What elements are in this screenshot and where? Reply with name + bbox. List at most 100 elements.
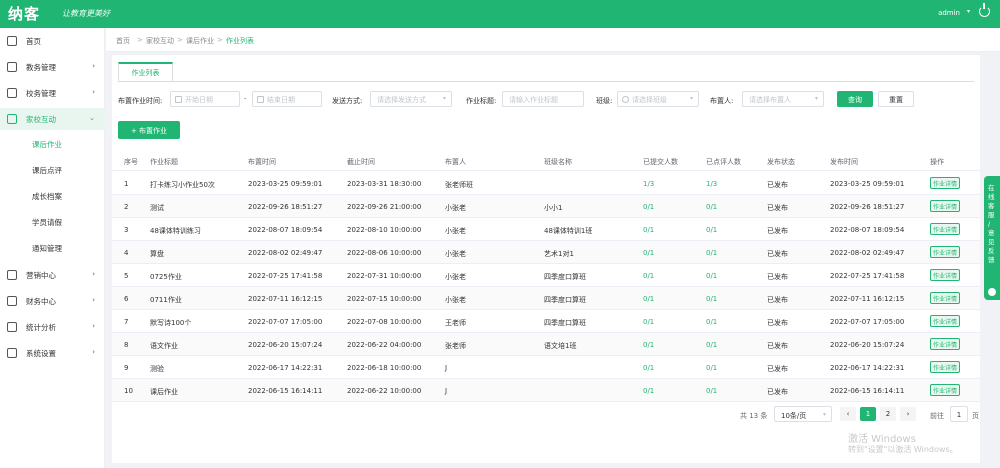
table-cell[interactable]: 0/1: [706, 226, 717, 234]
homework-detail-button[interactable]: 作业详情: [930, 338, 961, 350]
homework-detail-button[interactable]: 作业详情: [930, 361, 961, 373]
table-cell[interactable]: 0/1: [706, 203, 717, 211]
table-cell[interactable]: 0/1: [706, 295, 717, 303]
next-page-button[interactable]: ›: [900, 407, 916, 421]
sidebar-item-marketing[interactable]: 营销中心 ›: [0, 264, 105, 286]
table-row: 1 打卡练习小作业50次 2023-03-25 09:59:01 2023-03-31…: [112, 172, 980, 195]
homework-detail-button[interactable]: 作业详情: [930, 384, 961, 396]
page-size-select[interactable]: 10条/页 ▾: [774, 406, 832, 422]
goto-page-input[interactable]: 1: [950, 406, 968, 422]
table-cell[interactable]: 0/1: [706, 364, 717, 372]
sidebar-sub-notice[interactable]: 通知管理: [0, 238, 105, 258]
homework-detail-button[interactable]: 作业详情: [930, 246, 961, 258]
breadcrumb-separator: >: [137, 36, 143, 44]
table-cell[interactable]: 1/3: [706, 180, 717, 188]
sidebar-item-settings[interactable]: 系统设置 ›: [0, 342, 105, 364]
homework-detail-button[interactable]: 作业详情: [930, 200, 961, 212]
chevron-down-icon: ▾: [822, 411, 826, 418]
col-header: 布置人: [445, 158, 466, 166]
title-placeholder: 请输入作业标题: [509, 96, 558, 104]
table-cell[interactable]: 0/1: [706, 272, 717, 280]
teacher-label: 布置人:: [710, 97, 734, 105]
end-date-input[interactable]: 结束日期: [252, 91, 322, 107]
homework-detail-button[interactable]: 作业详情: [930, 292, 961, 304]
table-cell[interactable]: 0/1: [643, 226, 654, 234]
calendar-icon: [257, 96, 264, 103]
table-cell: 已发布: [767, 273, 788, 281]
table-cell: 2022-06-22 04:00:00: [347, 341, 422, 349]
send-mode-select[interactable]: 请选择发送方式 ▾: [370, 91, 452, 107]
table-cell[interactable]: 0/1: [643, 272, 654, 280]
class-select[interactable]: 请选择班级 ▾: [617, 91, 699, 107]
chart-icon: [7, 322, 17, 332]
sidebar-item-stats[interactable]: 统计分析 ›: [0, 316, 105, 338]
reset-button[interactable]: 重置: [878, 91, 914, 107]
customer-service-label: 在线客服 / 意见反馈: [988, 184, 995, 264]
table-cell[interactable]: 0/1: [643, 249, 654, 257]
table-cell[interactable]: 0/1: [643, 387, 654, 395]
page-size-label: 10条/页: [781, 412, 807, 420]
search-button[interactable]: 查询: [837, 91, 873, 107]
date-range-dash: -: [244, 95, 247, 103]
send-mode-label: 发送方式:: [332, 97, 363, 105]
table-cell[interactable]: 0/1: [706, 341, 717, 349]
app-logo[interactable]: 纳客: [8, 3, 40, 24]
table-row: 8 语文作业 2022-06-20 15:07:24 2022-06-22 04:00…: [112, 333, 980, 356]
page-button-1[interactable]: 1: [860, 407, 876, 421]
homework-detail-button[interactable]: 作业详情: [930, 223, 961, 235]
sidebar-sub-growth[interactable]: 成长档案: [0, 186, 105, 206]
sidebar-item-home-school[interactable]: 家校互动 ⌄: [0, 108, 105, 130]
breadcrumb-homework[interactable]: 课后作业: [186, 36, 214, 46]
user-menu[interactable]: admin: [938, 9, 960, 17]
sidebar-sub-label: 学员请假: [32, 218, 62, 227]
sidebar-item-finance[interactable]: 财务中心 ›: [0, 290, 105, 312]
page-button-2[interactable]: 2: [880, 407, 896, 421]
table-cell[interactable]: 0/1: [706, 249, 717, 257]
table-cell: 2022-06-20 15:07:24: [830, 341, 905, 349]
breadcrumb-separator: >: [217, 36, 223, 44]
prev-page-button[interactable]: ‹: [840, 407, 856, 421]
homework-detail-button[interactable]: 作业详情: [930, 269, 961, 281]
goto-label: 前往: [930, 412, 944, 420]
sidebar-sub-leave[interactable]: 学员请假: [0, 212, 105, 232]
table-cell: 2022-07-07 17:05:00: [248, 318, 323, 326]
logout-power-icon[interactable]: [979, 3, 990, 17]
send-mode-placeholder: 请选择发送方式: [377, 96, 426, 104]
table-cell[interactable]: 0/1: [643, 364, 654, 372]
col-header: 序号: [124, 158, 138, 166]
add-homework-button[interactable]: + 布置作业: [118, 121, 180, 139]
table-cell: 已发布: [767, 204, 788, 212]
table-cell[interactable]: 0/1: [706, 387, 717, 395]
table-cell[interactable]: 0/1: [643, 318, 654, 326]
table-cell: 小张老: [445, 227, 466, 235]
sidebar-item-label: 首页: [26, 37, 41, 46]
col-header: 发布时间: [830, 158, 858, 166]
sidebar-item-home[interactable]: 首页: [0, 30, 105, 52]
table-cell: 2022-06-15 16:14:11: [248, 387, 323, 395]
sidebar-sub-homework[interactable]: 课后作业: [0, 134, 105, 154]
table-cell: 艺术1对1: [544, 250, 574, 258]
start-date-input[interactable]: 开始日期: [170, 91, 240, 107]
table-cell[interactable]: 0/1: [643, 203, 654, 211]
breadcrumb-home[interactable]: 首页: [116, 36, 130, 46]
table-cell: 7: [124, 318, 129, 326]
table-row: 3 48课体特训练习 2022-08-07 18:09:54 2022-08-10 1…: [112, 218, 980, 241]
title-input[interactable]: 请输入作业标题: [502, 91, 584, 107]
table-cell[interactable]: 0/1: [706, 318, 717, 326]
table-cell[interactable]: 0/1: [643, 295, 654, 303]
tab-homework-list[interactable]: 作业列表: [118, 62, 173, 82]
chevron-down-icon: ▾: [814, 95, 818, 102]
sidebar-sub-review[interactable]: 课后点评: [0, 160, 105, 180]
teacher-select[interactable]: 请选择布置人 ▾: [742, 91, 824, 107]
table-cell[interactable]: 0/1: [643, 341, 654, 349]
breadcrumb-home-school[interactable]: 家校互动: [146, 36, 174, 46]
table-cell[interactable]: 1/3: [643, 180, 654, 188]
chevron-left-icon: ‹: [846, 410, 850, 418]
homework-detail-button[interactable]: 作业详情: [930, 315, 961, 327]
chevron-down-icon[interactable]: ▾: [967, 8, 970, 15]
customer-service-tab[interactable]: 在线客服 / 意见反馈: [984, 176, 1000, 300]
homework-detail-button[interactable]: 作业详情: [930, 177, 961, 189]
sidebar-item-academic[interactable]: 教务管理 ›: [0, 56, 105, 78]
sidebar-item-school[interactable]: 校务管理 ›: [0, 82, 105, 104]
sidebar-item-label: 营销中心: [26, 271, 56, 280]
